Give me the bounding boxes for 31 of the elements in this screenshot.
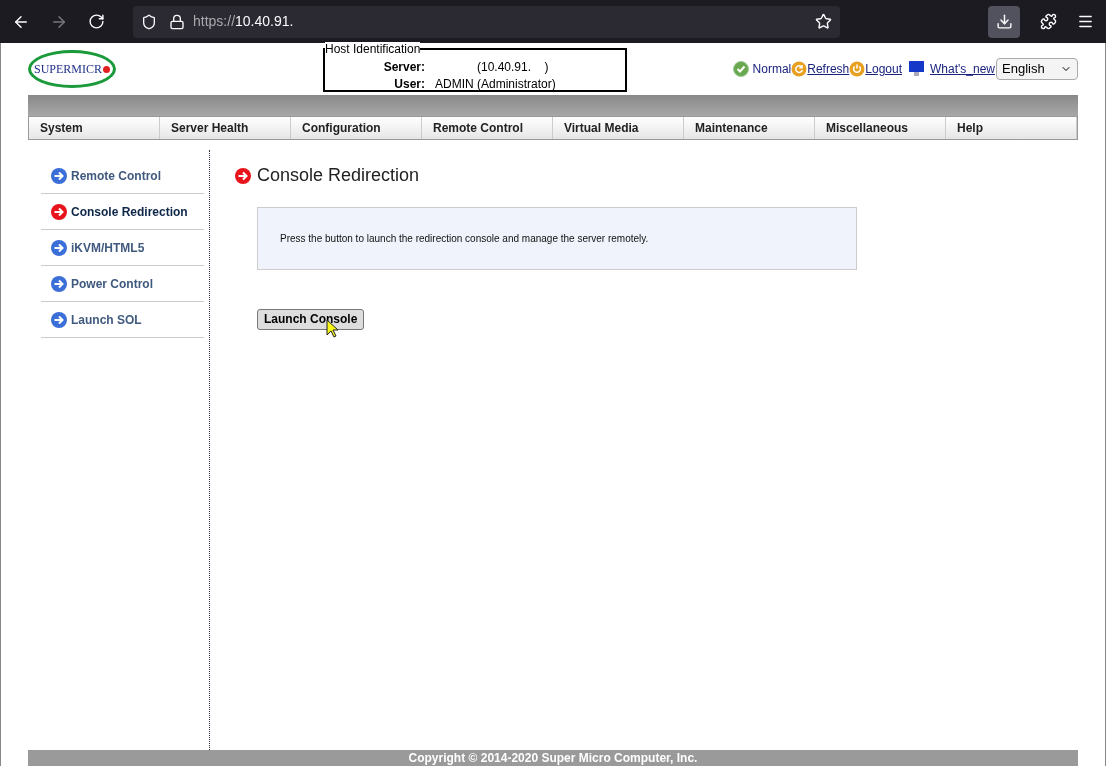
status-text: Normal	[752, 61, 792, 78]
launch-console-button[interactable]: Launch Console	[257, 308, 365, 330]
header-link[interactable]: What's_new	[930, 60, 995, 78]
host-field-detail: (Administrator)	[477, 75, 556, 93]
copyright-text: Copyright © 2014-2020 Super Micro Computer, Inc.	[408, 750, 698, 766]
header-link[interactable]: Logout	[865, 60, 902, 78]
menu-tab[interactable]: Help	[946, 117, 1077, 139]
sidebar-item[interactable]: iKVM/HTML5	[41, 230, 204, 266]
sidebar-item[interactable]: Remote Control	[41, 158, 204, 194]
url-text: https://10.40.91.	[193, 12, 294, 31]
host-field-label: User:	[393, 75, 425, 93]
host-field-detail: (10.40.91. )	[477, 58, 549, 76]
menu-tab[interactable]: Virtual Media	[553, 117, 684, 139]
address-bar[interactable]: https://10.40.91.	[133, 5, 840, 38]
host-field-label: Server:	[382, 58, 425, 76]
menu-tab[interactable]: Maintenance	[684, 117, 815, 139]
sidebar-item[interactable]: Console Redirection	[41, 194, 204, 230]
supermicro-logo: SUPERMICR	[28, 50, 116, 88]
page-title: Console Redirection	[257, 164, 420, 187]
host-identification-legend: Host Identification	[325, 42, 421, 56]
host-field-value: ADMIN	[435, 76, 474, 91]
sidebar-item[interactable]: Power Control	[41, 266, 204, 302]
language-select[interactable]: English	[996, 58, 1078, 80]
menu-tab[interactable]: Server Health	[160, 117, 291, 139]
menu-tab[interactable]: System	[29, 117, 160, 139]
menu-tab[interactable]: Configuration	[291, 117, 422, 139]
info-text: Press the button to launch the redirection console and manage the server remotely.	[280, 232, 649, 246]
sidebar-item[interactable]: Launch SOL	[41, 302, 204, 338]
menu-tab[interactable]: Miscellaneous	[815, 117, 946, 139]
header-link[interactable]: Refresh	[807, 60, 850, 78]
menu-tab[interactable]: Remote Control	[422, 117, 553, 139]
